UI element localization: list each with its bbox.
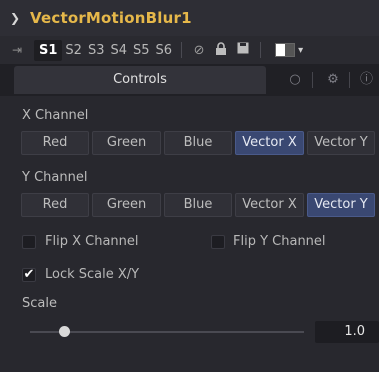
version-tab-s4[interactable]: S4 [107, 43, 130, 58]
y-channel-red-button[interactable]: Red [21, 193, 89, 217]
chevron-down-icon[interactable]: ▾ [298, 45, 303, 56]
scale-label: Scale [22, 296, 57, 311]
x-channel-vector-y-button[interactable]: Vector Y [307, 131, 375, 155]
version-tab-s5[interactable]: S5 [130, 43, 153, 58]
divider [312, 72, 313, 88]
tool-name: VectorMotionBlur1 [30, 9, 192, 27]
flip-y-checkbox[interactable] [211, 235, 225, 249]
y-channel-blue-button[interactable]: Blue [164, 193, 232, 217]
x-channel-label: X Channel [22, 108, 89, 123]
info-icon[interactable]: ⓘ [354, 68, 379, 92]
tab-controls[interactable]: Controls [14, 66, 266, 94]
checkmark-icon: ✔ [23, 267, 35, 282]
color-swatch-icon[interactable] [275, 43, 296, 57]
lock-scale-checkbox[interactable]: ✔ [22, 268, 36, 282]
disable-icon[interactable]: ⊘ [190, 43, 208, 58]
x-channel-green-button[interactable]: Green [92, 131, 161, 155]
divider [181, 42, 183, 58]
divider [260, 42, 262, 58]
tab-strip: Controls ○ ⚙ ⓘ [0, 64, 379, 96]
flip-x-checkbox[interactable] [22, 235, 36, 249]
y-channel-vector-x-button[interactable]: Vector X [235, 193, 304, 217]
divider [349, 72, 350, 88]
lock-scale-label: Lock Scale X/Y [45, 267, 140, 282]
pin-icon[interactable]: ⇥ [0, 43, 34, 57]
scale-slider-handle[interactable] [59, 326, 70, 337]
tab-link-icon[interactable]: ○ [280, 68, 310, 92]
version-tab-s3[interactable]: S3 [85, 43, 108, 58]
chevron-down-icon[interactable]: ❯ [0, 11, 30, 25]
x-channel-vector-x-button[interactable]: Vector X [235, 131, 304, 155]
x-channel-blue-button[interactable]: Blue [164, 131, 232, 155]
version-tab-s6[interactable]: S6 [153, 43, 176, 58]
tool-header[interactable]: ❯ VectorMotionBlur1 [0, 0, 379, 36]
version-tab-s1[interactable]: S1 [34, 39, 63, 61]
version-bar: ⇥ S1 S2 S3 S4 S5 S6 ⊘ ▾ [0, 36, 379, 64]
flip-x-label: Flip X Channel [45, 234, 139, 249]
scale-slider-track[interactable] [30, 331, 304, 333]
y-channel-vector-y-button[interactable]: Vector Y [307, 193, 375, 217]
version-tab-s2[interactable]: S2 [62, 43, 85, 58]
y-channel-label: Y Channel [22, 170, 88, 185]
gear-icon[interactable]: ⚙ [318, 68, 348, 92]
lock-icon[interactable] [212, 41, 230, 59]
scale-value-input[interactable]: 1.0 [315, 321, 379, 343]
x-channel-red-button[interactable]: Red [21, 131, 89, 155]
flip-y-label: Flip Y Channel [233, 234, 326, 249]
y-channel-green-button[interactable]: Green [92, 193, 161, 217]
save-icon[interactable] [234, 42, 252, 58]
